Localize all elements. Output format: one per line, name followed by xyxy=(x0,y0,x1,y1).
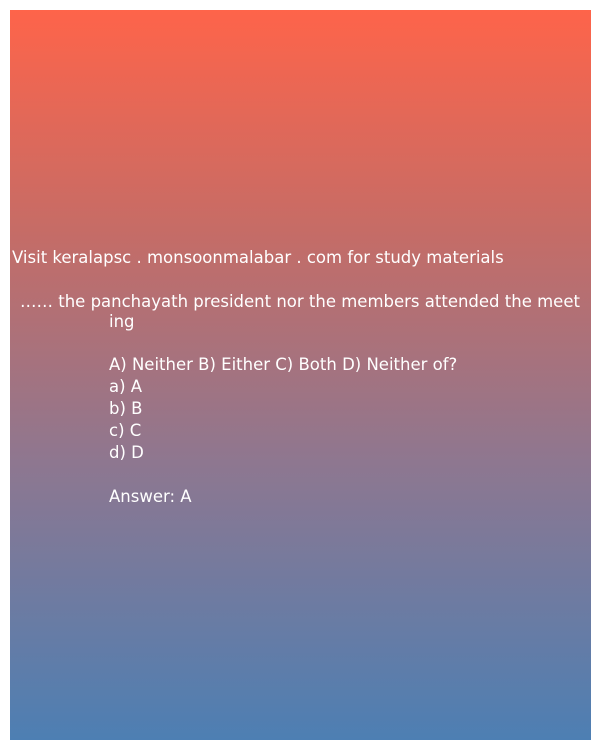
option-b: b) B xyxy=(109,399,143,418)
answer-text: Answer: A xyxy=(109,487,192,506)
question-text-line-1: …… the panchayath president nor the memb… xyxy=(20,292,580,311)
option-d: d) D xyxy=(109,443,144,462)
site-promo-text: Visit keralapsc . monsoonmalabar . com f… xyxy=(12,248,504,267)
option-a: a) A xyxy=(109,377,143,396)
question-choices: A) Neither B) Either C) Both D) Neither … xyxy=(109,355,458,374)
question-card: Visit keralapsc . monsoonmalabar . com f… xyxy=(10,10,591,740)
option-c: c) C xyxy=(109,421,142,440)
question-text-line-2: ing xyxy=(109,312,135,331)
